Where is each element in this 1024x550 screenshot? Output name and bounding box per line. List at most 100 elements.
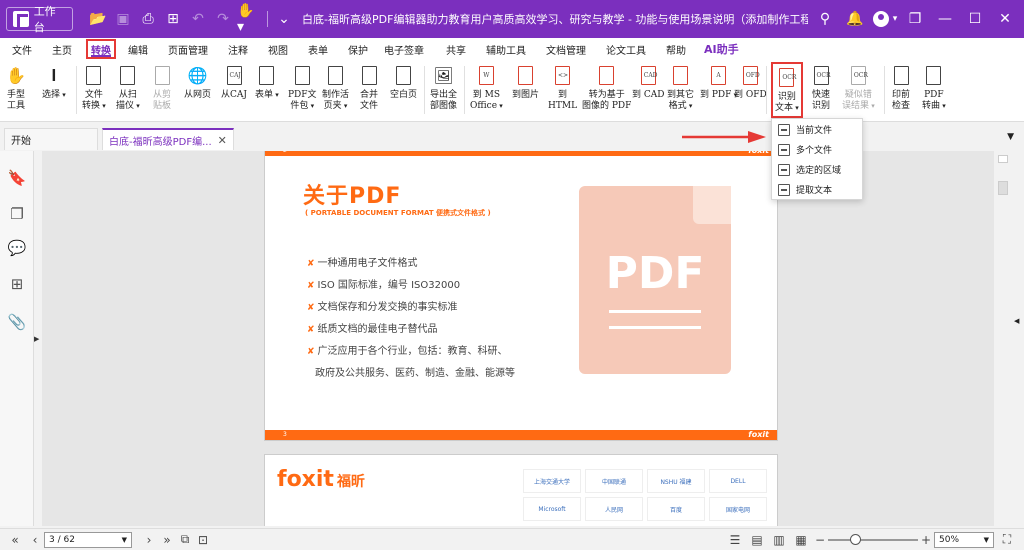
scrollbar-thumb[interactable]	[998, 181, 1008, 195]
prev-page-icon[interactable]: ‹	[26, 530, 44, 550]
page-number-input[interactable]: 3 / 62 ▼	[44, 531, 132, 548]
scroll-up-button[interactable]	[998, 155, 1008, 163]
zoom-in-icon[interactable]: +	[918, 530, 934, 550]
hand-tool-button[interactable]: ✋ 手型 工具	[5, 62, 27, 118]
menu-comment[interactable]: 注释	[228, 38, 248, 60]
pdf-outline-button[interactable]: PDF 转曲 ▾	[922, 62, 946, 118]
facing-view-icon[interactable]: ▥	[768, 530, 790, 550]
to-cad-button[interactable]: CAD 到 CAD	[632, 62, 664, 118]
last-page-icon[interactable]: »	[158, 530, 176, 550]
blank-page-button[interactable]: 空白页	[390, 62, 417, 118]
binder-button[interactable]: 制作活 页夹 ▾	[322, 62, 349, 118]
ribbon-divider	[424, 66, 425, 114]
attachment-icon[interactable]: 📎	[8, 313, 27, 331]
to-other-format-button[interactable]: 到其它 格式 ▾	[667, 62, 694, 118]
expand-panel-arrow-icon[interactable]: ▶	[34, 335, 42, 343]
search-icon[interactable]: ⚲	[812, 8, 838, 30]
single-page-view-icon[interactable]: ☰	[724, 530, 746, 550]
fullscreen-icon[interactable]: ⛶	[994, 530, 1020, 550]
to-cad-button-label: 到 CAD	[632, 90, 665, 100]
tab-list-chevron-icon[interactable]: ▼	[1007, 132, 1014, 142]
bell-icon[interactable]: 🔔	[842, 8, 868, 30]
document-workspace[interactable]: 2 foxit 关于PDF ( PORTABLE DOCUMENT FORMAT …	[42, 151, 994, 526]
from-caj-button[interactable]: CAJ 从CAJ	[221, 62, 247, 118]
menu-edit[interactable]: 编辑	[128, 38, 148, 60]
to-ms-office-button[interactable]: W到 MS Office ▾	[470, 62, 503, 118]
zoom-out-icon[interactable]: −	[812, 530, 828, 550]
account-menu[interactable]: ▾	[872, 8, 898, 30]
from-web-button[interactable]: 🌐 从网页	[184, 62, 211, 118]
export-images-button[interactable]: 🖼 导出全 部图像	[430, 62, 457, 118]
menu-protect[interactable]: 保护	[348, 38, 368, 60]
close-tab-icon[interactable]: ✕	[218, 134, 227, 147]
from-scanner-button[interactable]: 从扫 描仪 ▾	[116, 62, 140, 118]
pdf-portfolio-button[interactable]: PDF文 件包 ▾	[288, 62, 317, 118]
redo-icon[interactable]: ↷	[212, 8, 234, 30]
zoom-select[interactable]: 50% ▼	[934, 531, 994, 548]
suspect-results-button[interactable]: OCR 疑似错 误结果 ▾	[842, 62, 875, 118]
tab-document-label: 白底-福昕高级PDF编...	[109, 136, 212, 148]
form-button[interactable]: 表单 ▾	[255, 62, 279, 118]
tab-document[interactable]: 白底-福昕高级PDF编... ✕	[102, 128, 234, 150]
print-icon[interactable]: ⎙	[137, 8, 159, 30]
menu-view[interactable]: 视图	[268, 38, 288, 60]
continuous-view-icon[interactable]: ▤	[746, 530, 768, 550]
ocr-current-file[interactable]: 当前文件	[772, 120, 862, 139]
to-image-pdf-button[interactable]: 转为基于 图像的 PDF	[582, 62, 631, 118]
new-doc-icon[interactable]: ⊞	[162, 8, 184, 30]
comment-icon[interactable]: 💬	[8, 239, 27, 257]
customize-chevron-icon[interactable]: ⌄	[273, 8, 295, 30]
bottom-page-number: 3	[283, 431, 287, 438]
menu-share[interactable]: 共享	[446, 38, 466, 60]
restore-window-icon[interactable]: ❐	[902, 8, 928, 30]
zoom-slider-knob[interactable]	[850, 533, 861, 545]
to-image-button[interactable]: 到图片	[512, 62, 539, 118]
to-pdfa-button[interactable]: A 到 PDF ▾	[700, 62, 737, 118]
first-page-icon[interactable]: «	[4, 530, 26, 550]
quick-ocr-button[interactable]: OCR 快速 识别	[810, 62, 832, 118]
ocr-selected-area[interactable]: 选定的区域	[772, 160, 862, 179]
ocr-text-button[interactable]: OCR 识别 文本 ▾	[771, 62, 803, 118]
to-image-button-label: 到图片	[512, 90, 540, 100]
hand-dropdown-icon[interactable]: ✋▾	[237, 3, 259, 35]
continuous-facing-icon[interactable]: ▦	[790, 530, 812, 550]
fit-page-icon[interactable]: ⊡	[194, 530, 212, 550]
save-icon[interactable]: ▣	[112, 8, 134, 30]
file-convert-button[interactable]: 文件 转换 ▾	[82, 62, 106, 118]
from-clipboard-button[interactable]: 从剪 贴板	[151, 62, 173, 118]
menu-paper-tools[interactable]: 论文工具	[606, 38, 646, 60]
select-tool-button[interactable]: 𝐈 选择 ▾	[42, 62, 66, 118]
tab-start[interactable]: 开始	[4, 128, 98, 150]
workbench-button[interactable]: 工作台	[6, 5, 74, 34]
menu-help[interactable]: 帮助	[666, 38, 686, 60]
menu-accessibility[interactable]: 辅助工具	[486, 38, 526, 60]
copy-page-icon[interactable]: ⧉	[176, 530, 194, 550]
to-html-button[interactable]: <> 到 HTML	[548, 62, 577, 118]
toolbox-icon[interactable]: ⊞	[8, 275, 26, 293]
menu-doc-manage[interactable]: 文档管理	[546, 38, 586, 60]
ocr-extract-text[interactable]: 提取文本	[772, 180, 862, 199]
maximize-icon[interactable]: ☐	[962, 8, 988, 30]
minimize-icon[interactable]: —	[932, 8, 958, 30]
merge-files-button[interactable]: 合并 文件	[358, 62, 380, 118]
close-icon[interactable]: ✕	[992, 8, 1018, 30]
preflight-button[interactable]: 印前 检查	[890, 62, 912, 118]
menu-file[interactable]: 文件	[12, 38, 32, 60]
zoom-slider[interactable]	[828, 533, 918, 545]
menu-ai-assistant[interactable]: AI助手	[704, 38, 739, 60]
collapse-right-panel-icon[interactable]: ◀	[1014, 317, 1019, 325]
menu-convert[interactable]: 转换	[86, 39, 116, 59]
pages-icon[interactable]: ❐	[8, 205, 26, 223]
menu-home[interactable]: 主页	[52, 38, 72, 60]
bookmark-icon[interactable]: 🔖	[8, 169, 27, 187]
menu-page-manage[interactable]: 页面管理	[168, 38, 208, 60]
right-scroll-area	[994, 151, 1024, 526]
ocr-multiple-files[interactable]: 多个文件	[772, 140, 862, 159]
to-ofd-button[interactable]: OFD 到 OFD	[734, 62, 767, 118]
menu-e-signature[interactable]: 电子签章	[384, 38, 424, 60]
undo-icon[interactable]: ↶	[187, 8, 209, 30]
ribbon-toolbar: ✋ 手型 工具 𝐈 选择 ▾ 文件 转换 ▾ 从扫 描仪 ▾ 从剪 贴板 🌐 从网页 CAJ 从CAJ 表单 …	[0, 60, 1024, 122]
menu-form[interactable]: 表单	[308, 38, 328, 60]
open-folder-icon[interactable]: 📂	[87, 8, 109, 30]
next-page-icon[interactable]: ›	[140, 530, 158, 550]
